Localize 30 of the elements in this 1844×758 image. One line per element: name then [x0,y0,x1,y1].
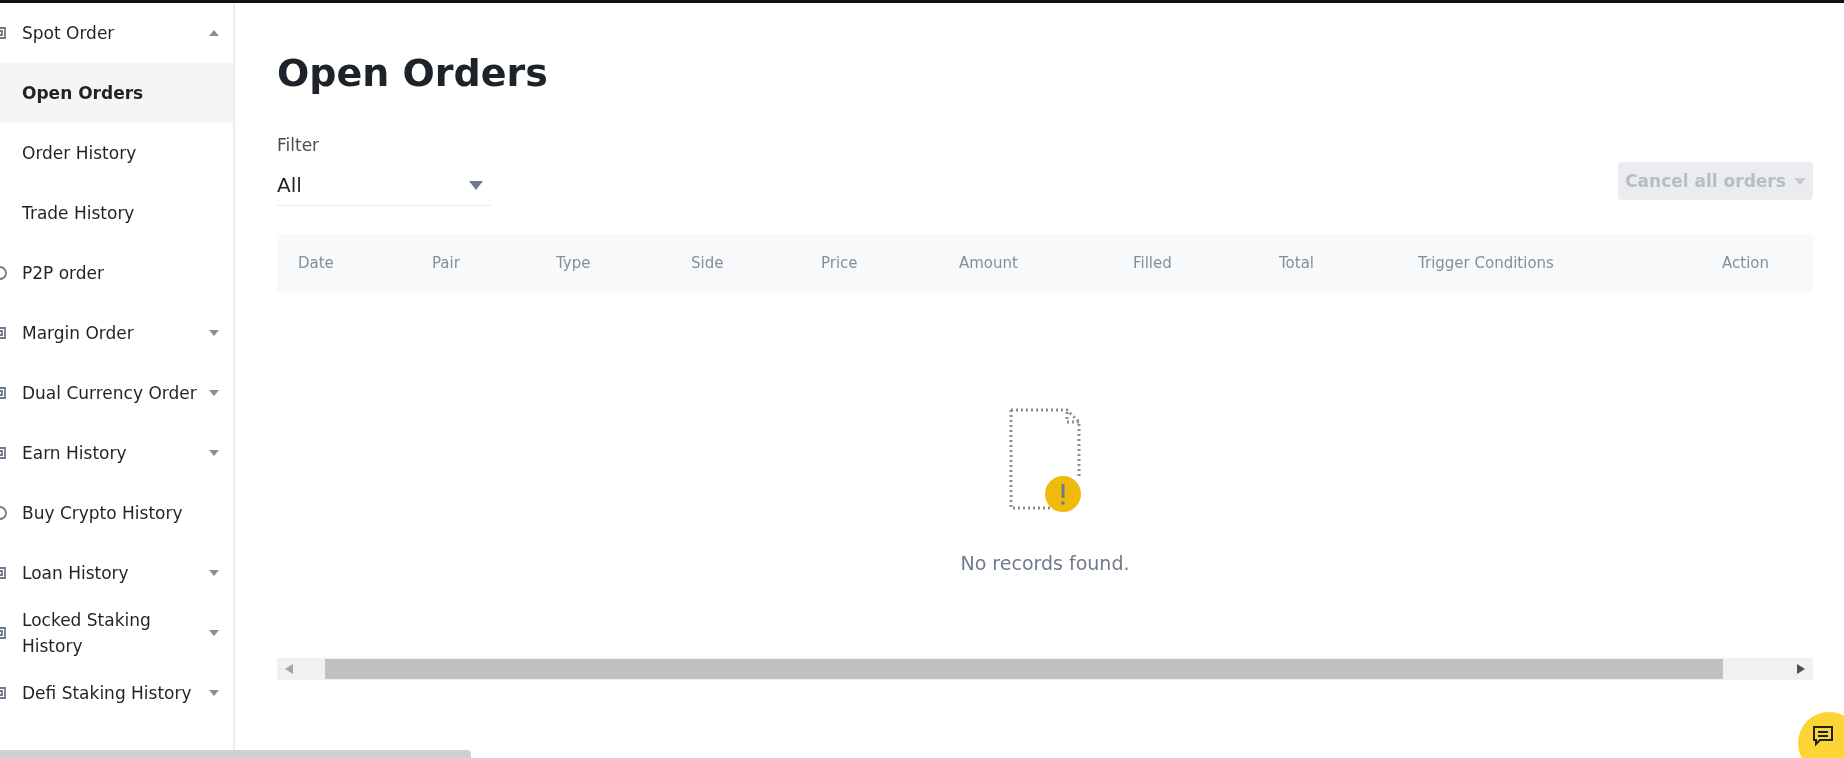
column-header: Action [1721,254,1769,272]
column-header: Total [1279,254,1316,272]
filter-label: Filter [277,135,321,155]
caret-icon [209,630,219,636]
horizontal-scrollbar[interactable] [277,658,1813,680]
empty-document-icon [1007,406,1083,512]
column-header: Date [298,254,335,272]
left-arrow-icon[interactable] [285,664,293,674]
caret-icon [209,450,219,456]
page-title: Open Orders [277,51,549,95]
caret-icon [209,330,219,336]
column-header: Filled [1133,254,1173,272]
column-header: Amount [959,254,1019,272]
caret-icon [209,30,219,36]
caret-icon [469,180,483,190]
caret-icon [209,390,219,396]
empty-message: No records found. [960,552,1130,574]
filter-dropdown[interactable]: All [277,165,491,206]
caret-icon [1793,177,1806,185]
sidebar-subitem[interactable]: Open Orders [0,63,233,123]
column-header: Price [821,254,859,272]
column-header: Side [691,254,725,272]
caret-icon [209,570,219,576]
column-header: Type [556,254,592,272]
column-header: Trigger Conditions [1418,254,1555,272]
horizontal-scrollbar-thumb[interactable] [0,750,471,758]
column-header: Pair [432,254,461,272]
right-arrow-icon[interactable] [1797,664,1805,674]
caret-icon [209,690,219,696]
chat-icon [1812,725,1834,747]
